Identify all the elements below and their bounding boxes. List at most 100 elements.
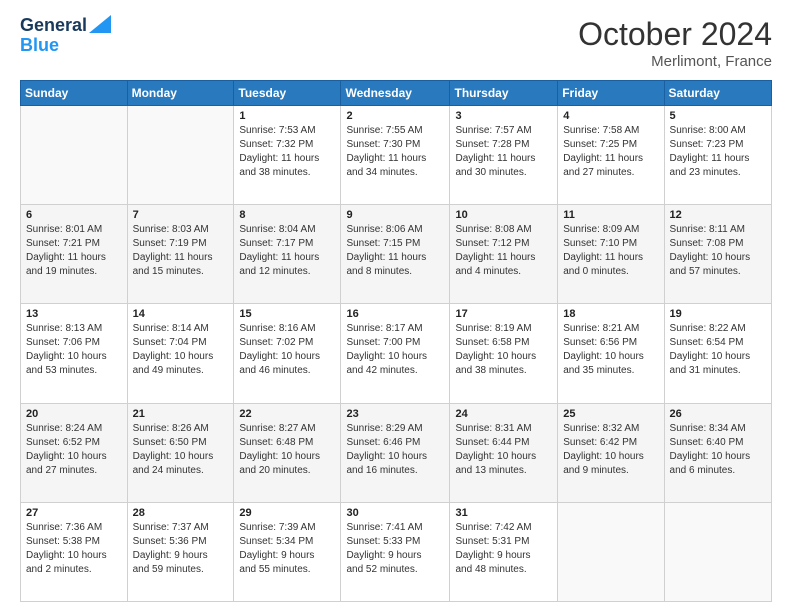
calendar-cell: 10 Sunrise: 8:08 AM Sunset: 7:12 PM Dayli… <box>450 205 558 304</box>
logo-general: General <box>20 16 87 36</box>
calendar-week-row: 1Sunrise: 7:53 AM Sunset: 7:32 PM Daylig… <box>21 106 772 205</box>
day-info: Sunrise: 8:17 AM Sunset: 7:00 PM Dayligh… <box>346 322 444 378</box>
day-number: 5 <box>670 110 766 122</box>
title-block: October 2024 Merlimont, France <box>578 16 772 70</box>
header: General Blue October 2024 Merlimont, Fra… <box>20 16 772 70</box>
day-number: 11 <box>563 209 658 221</box>
day-info: Sunrise: 8:31 AM Sunset: 6:44 PM Dayligh… <box>455 422 552 478</box>
day-info: Sunrise: 7:41 AM Sunset: 5:33 PM Dayligh… <box>346 521 444 577</box>
day-info: Sunrise: 8:14 AM Sunset: 7:04 PM Dayligh… <box>133 322 229 378</box>
day-info: Sunrise: 8:01 AM Sunset: 7:21 PM Dayligh… <box>26 223 122 279</box>
calendar-week-row: 20Sunrise: 8:24 AM Sunset: 6:52 PM Dayli… <box>21 403 772 502</box>
calendar-cell: 14 Sunrise: 8:14 AM Sunset: 7:04 PM Dayli… <box>127 304 234 403</box>
calendar-cell: 4 Sunrise: 7:58 AM Sunset: 7:25 PM Daylig… <box>558 106 664 205</box>
day-number: 1 <box>239 110 335 122</box>
day-number: 18 <box>563 308 658 320</box>
day-number: 4 <box>563 110 658 122</box>
calendar-cell: 23 Sunrise: 8:29 AM Sunset: 6:46 PM Dayli… <box>341 403 450 502</box>
day-info: Sunrise: 8:26 AM Sunset: 6:50 PM Dayligh… <box>133 422 229 478</box>
day-number: 14 <box>133 308 229 320</box>
calendar-cell: 12 Sunrise: 8:11 AM Sunset: 7:08 PM Dayli… <box>664 205 771 304</box>
calendar-cell: 30 Sunrise: 7:41 AM Sunset: 5:33 PM Dayli… <box>341 502 450 601</box>
day-info: Sunrise: 7:36 AM Sunset: 5:38 PM Dayligh… <box>26 521 122 577</box>
calendar-cell: 13Sunrise: 8:13 AM Sunset: 7:06 PM Dayli… <box>21 304 128 403</box>
day-info: Sunrise: 8:11 AM Sunset: 7:08 PM Dayligh… <box>670 223 766 279</box>
calendar-cell: 11Sunrise: 8:09 AM Sunset: 7:10 PM Dayli… <box>558 205 664 304</box>
logo: General Blue <box>20 16 111 56</box>
day-number: 26 <box>670 408 766 420</box>
day-number: 2 <box>346 110 444 122</box>
calendar-cell: 31 Sunrise: 7:42 AM Sunset: 5:31 PM Dayli… <box>450 502 558 601</box>
page: General Blue October 2024 Merlimont, Fra… <box>0 0 792 612</box>
day-number: 15 <box>239 308 335 320</box>
day-info: Sunrise: 8:16 AM Sunset: 7:02 PM Dayligh… <box>239 322 335 378</box>
day-info: Sunrise: 8:21 AM Sunset: 6:56 PM Dayligh… <box>563 322 658 378</box>
calendar-cell: 17 Sunrise: 8:19 AM Sunset: 6:58 PM Dayli… <box>450 304 558 403</box>
day-info: Sunrise: 7:55 AM Sunset: 7:30 PM Dayligh… <box>346 124 444 180</box>
day-number: 30 <box>346 507 444 519</box>
calendar-cell: 28Sunrise: 7:37 AM Sunset: 5:36 PM Dayli… <box>127 502 234 601</box>
day-number: 3 <box>455 110 552 122</box>
day-info: Sunrise: 8:29 AM Sunset: 6:46 PM Dayligh… <box>346 422 444 478</box>
day-info: Sunrise: 8:34 AM Sunset: 6:40 PM Dayligh… <box>670 422 766 478</box>
calendar-cell: 18 Sunrise: 8:21 AM Sunset: 6:56 PM Dayli… <box>558 304 664 403</box>
calendar-week-row: 13Sunrise: 8:13 AM Sunset: 7:06 PM Dayli… <box>21 304 772 403</box>
day-number: 17 <box>455 308 552 320</box>
day-number: 29 <box>239 507 335 519</box>
day-number: 13 <box>26 308 122 320</box>
day-number: 10 <box>455 209 552 221</box>
calendar-week-row: 6 Sunrise: 8:01 AM Sunset: 7:21 PM Daylig… <box>21 205 772 304</box>
calendar-cell: 27 Sunrise: 7:36 AM Sunset: 5:38 PM Dayli… <box>21 502 128 601</box>
day-number: 27 <box>26 507 122 519</box>
day-number: 21 <box>133 408 229 420</box>
day-number: 8 <box>239 209 335 221</box>
calendar-cell <box>664 502 771 601</box>
calendar-cell: 21 Sunrise: 8:26 AM Sunset: 6:50 PM Dayli… <box>127 403 234 502</box>
weekday-header: Thursday <box>450 81 558 106</box>
day-info: Sunrise: 8:06 AM Sunset: 7:15 PM Dayligh… <box>346 223 444 279</box>
day-info: Sunrise: 8:32 AM Sunset: 6:42 PM Dayligh… <box>563 422 658 478</box>
calendar-cell <box>558 502 664 601</box>
weekday-header: Friday <box>558 81 664 106</box>
calendar-cell: 16 Sunrise: 8:17 AM Sunset: 7:00 PM Dayli… <box>341 304 450 403</box>
day-number: 22 <box>239 408 335 420</box>
day-number: 16 <box>346 308 444 320</box>
day-number: 23 <box>346 408 444 420</box>
day-info: Sunrise: 7:37 AM Sunset: 5:36 PM Dayligh… <box>133 521 229 577</box>
calendar-cell: 29 Sunrise: 7:39 AM Sunset: 5:34 PM Dayli… <box>234 502 341 601</box>
month-title: October 2024 <box>578 16 772 53</box>
day-info: Sunrise: 8:19 AM Sunset: 6:58 PM Dayligh… <box>455 322 552 378</box>
weekday-header: Monday <box>127 81 234 106</box>
weekday-header: Saturday <box>664 81 771 106</box>
calendar-cell: 1Sunrise: 7:53 AM Sunset: 7:32 PM Daylig… <box>234 106 341 205</box>
day-number: 9 <box>346 209 444 221</box>
calendar-cell: 9 Sunrise: 8:06 AM Sunset: 7:15 PM Daylig… <box>341 205 450 304</box>
calendar-table: SundayMondayTuesdayWednesdayThursdayFrid… <box>20 80 772 602</box>
day-number: 6 <box>26 209 122 221</box>
calendar-cell <box>21 106 128 205</box>
day-info: Sunrise: 7:42 AM Sunset: 5:31 PM Dayligh… <box>455 521 552 577</box>
day-info: Sunrise: 8:00 AM Sunset: 7:23 PM Dayligh… <box>670 124 766 180</box>
weekday-header: Sunday <box>21 81 128 106</box>
location: Merlimont, France <box>578 53 772 70</box>
day-info: Sunrise: 8:04 AM Sunset: 7:17 PM Dayligh… <box>239 223 335 279</box>
calendar-cell: 6 Sunrise: 8:01 AM Sunset: 7:21 PM Daylig… <box>21 205 128 304</box>
calendar-cell: 5 Sunrise: 8:00 AM Sunset: 7:23 PM Daylig… <box>664 106 771 205</box>
day-info: Sunrise: 7:57 AM Sunset: 7:28 PM Dayligh… <box>455 124 552 180</box>
calendar-cell: 25Sunrise: 8:32 AM Sunset: 6:42 PM Dayli… <box>558 403 664 502</box>
day-info: Sunrise: 7:58 AM Sunset: 7:25 PM Dayligh… <box>563 124 658 180</box>
calendar-cell: 24 Sunrise: 8:31 AM Sunset: 6:44 PM Dayli… <box>450 403 558 502</box>
day-info: Sunrise: 8:08 AM Sunset: 7:12 PM Dayligh… <box>455 223 552 279</box>
day-info: Sunrise: 8:03 AM Sunset: 7:19 PM Dayligh… <box>133 223 229 279</box>
day-number: 24 <box>455 408 552 420</box>
calendar-cell: 7Sunrise: 8:03 AM Sunset: 7:19 PM Daylig… <box>127 205 234 304</box>
day-number: 19 <box>670 308 766 320</box>
calendar-week-row: 27 Sunrise: 7:36 AM Sunset: 5:38 PM Dayli… <box>21 502 772 601</box>
day-info: Sunrise: 7:39 AM Sunset: 5:34 PM Dayligh… <box>239 521 335 577</box>
weekday-header: Tuesday <box>234 81 341 106</box>
calendar-cell <box>127 106 234 205</box>
day-number: 31 <box>455 507 552 519</box>
day-number: 12 <box>670 209 766 221</box>
day-info: Sunrise: 8:22 AM Sunset: 6:54 PM Dayligh… <box>670 322 766 378</box>
calendar-cell: 8 Sunrise: 8:04 AM Sunset: 7:17 PM Daylig… <box>234 205 341 304</box>
